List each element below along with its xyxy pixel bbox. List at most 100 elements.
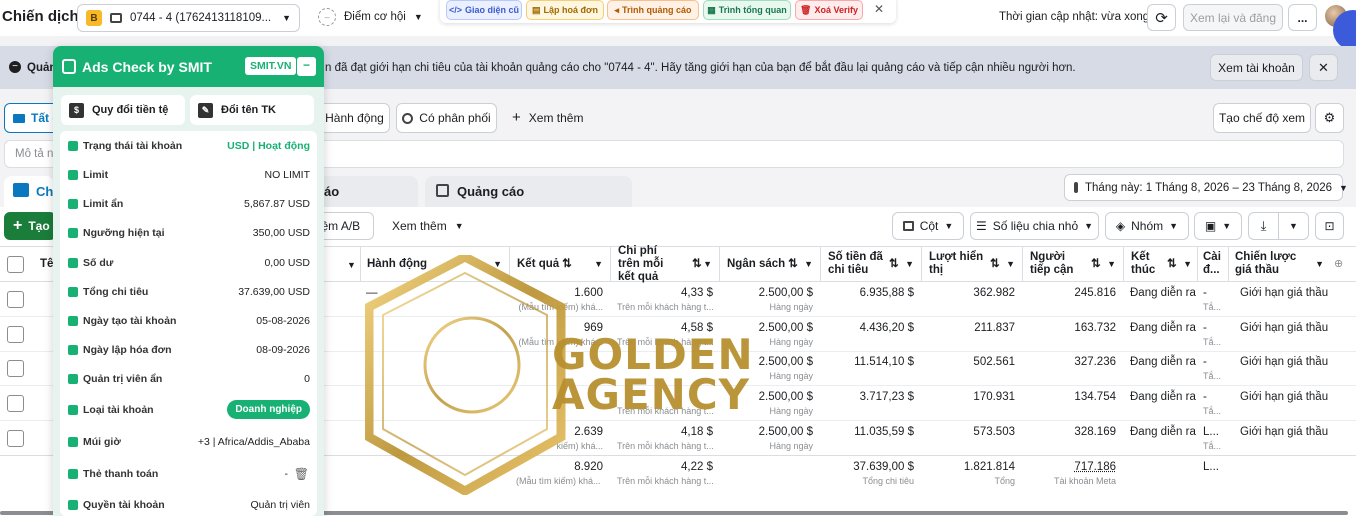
toolbar-more[interactable]: Xem thêm ▼ — [392, 219, 464, 233]
row-setting: - — [1203, 322, 1207, 334]
chevron-down-icon: ▼ — [1289, 221, 1298, 231]
plus-icon: + — [512, 109, 521, 126]
panel-info-label: Trạng thái tài khoản — [68, 140, 182, 152]
chevron-down-icon: ▼ — [1084, 221, 1094, 231]
row-reach: 328.169 — [1074, 426, 1116, 438]
download-icon: ⤓ — [1260, 218, 1267, 233]
review-publish-button[interactable]: Xem lại và đăng — [1183, 4, 1283, 31]
row-impressions: 362.982 — [973, 287, 1015, 299]
grid-icon: ▦ — [707, 4, 716, 15]
filter-distributed[interactable]: Có phân phối — [396, 103, 497, 133]
chevron-down-icon: ▼ — [1339, 182, 1348, 193]
header-reach[interactable]: Người tiếp cận ⇅ ▼ — [1022, 246, 1122, 282]
panel-info-value: 37.639,00 USD — [238, 285, 310, 298]
expand-button[interactable]: ⊡ — [1315, 212, 1344, 240]
banner-prefix: Quản — [27, 62, 57, 74]
header-impressions[interactable]: Lượt hiển thị ⇅ ▼ — [921, 246, 1021, 282]
panel-info-value[interactable]: - — [285, 468, 289, 480]
invoice-button[interactable]: ▤ Lập hoá đơn — [526, 0, 604, 20]
chevron-down-icon: ▼ — [1222, 221, 1232, 231]
row-bid-strategy: Giới hạn giá thầu — [1240, 426, 1329, 438]
row-checkbox[interactable] — [7, 430, 24, 447]
more-options-button[interactable]: ... — [1288, 4, 1317, 31]
row-bid-strategy: Giới hạn giá thầu — [1240, 391, 1329, 403]
receipt-icon: ▤ — [532, 4, 541, 15]
header-settings[interactable]: Cài đ... — [1197, 246, 1227, 282]
sort-icon: ⇅ — [788, 257, 798, 270]
close-extension-icon[interactable]: ✕ — [874, 2, 884, 16]
header-bid-strategy[interactable]: Chiến lược giá thầu ▼ — [1228, 246, 1328, 282]
panel-info-row: Múi giờ +3 | Africa/Addis_Ababa — [60, 427, 317, 456]
delete-verify-button[interactable]: 🗑 Xoá Verify — [795, 0, 863, 20]
row-setting: - — [1203, 287, 1207, 299]
chevron-down-icon: ▼ — [1107, 258, 1116, 269]
sort-icon: ⇅ — [990, 257, 1000, 270]
opportunity-score[interactable]: – Điểm cơ hội ▼ — [318, 8, 423, 26]
row-end: Đang diễn ra — [1130, 426, 1196, 438]
ads-check-panel: Ads Check by SMIT SMIT.VN − $ Quy đổi ti… — [53, 46, 324, 516]
export-menu-button[interactable]: ▼ — [1278, 212, 1309, 240]
row-checkbox[interactable] — [7, 291, 24, 308]
row-checkbox[interactable] — [7, 326, 24, 343]
view-account-button[interactable]: Xem tài khoản — [1210, 54, 1303, 81]
refresh-button[interactable]: ⟳ — [1147, 4, 1176, 31]
row-budget: 2.500,00 $ — [758, 322, 813, 334]
export-button[interactable]: ⤓ — [1248, 212, 1279, 240]
info-icon — [68, 436, 78, 447]
hexagon-outer-shape — [365, 255, 566, 495]
row-budget: 2.500,00 $ — [758, 356, 813, 368]
overview-button[interactable]: ▦ Trình tổng quan — [703, 0, 791, 20]
view-settings-button[interactable]: ⚙ — [1315, 103, 1344, 133]
info-icon — [68, 404, 78, 415]
reports-button[interactable]: ▣ ▼ — [1194, 212, 1242, 240]
rename-account-button[interactable]: ✎ Đổi tên TK — [190, 95, 314, 125]
panel-info-row: Tổng chi tiêu 37.639,00 USD — [60, 277, 317, 306]
watermark-circle — [423, 316, 521, 414]
trash-icon[interactable]: 🗑 — [294, 467, 309, 481]
row-impressions: 502.561 — [973, 356, 1015, 368]
folder-icon — [13, 113, 25, 123]
breakdown-icon: ☰ — [975, 219, 987, 233]
select-all-checkbox[interactable] — [7, 256, 24, 273]
header-ends[interactable]: Kết thúc ⇅ ▼ — [1123, 246, 1196, 282]
breakdown-button[interactable]: ☰ Số liệu chia nhỏ ▼ — [970, 212, 1099, 240]
chevron-down-icon: ▼ — [1315, 258, 1324, 269]
watermark-text-line2: AGENCY — [552, 370, 751, 419]
campaigns-icon — [13, 183, 29, 197]
account-selector[interactable]: B 0744 - 4 (1762413118109... ▼ — [77, 4, 300, 32]
row-impressions: 573.503 — [973, 426, 1015, 438]
header-name-caret[interactable]: ▼ — [347, 260, 356, 270]
sort-icon: ⇅ — [1167, 257, 1177, 270]
old-ui-button[interactable]: </> Giao diện cũ — [446, 0, 522, 20]
calendar-icon — [1074, 182, 1078, 193]
row-checkbox[interactable] — [7, 360, 24, 377]
convert-currency-button[interactable]: $ Quy đổi tiền tệ — [61, 95, 185, 125]
row-setting: - — [1203, 356, 1207, 368]
filter-more[interactable]: + Xem thêm — [512, 109, 583, 126]
group-button[interactable]: ◈ Nhóm ▼ — [1105, 212, 1189, 240]
plus-icon: + — [13, 217, 23, 234]
panel-info-value: 05-08-2026 — [256, 314, 310, 327]
update-time: Thời gian cập nhật: vừa xong — [999, 11, 1150, 23]
filter-action[interactable]: Hành động — [319, 103, 390, 133]
account-badge: B — [86, 10, 102, 26]
columns-button[interactable]: Cột ▼ — [892, 212, 964, 240]
row-end: Đang diễn ra — [1130, 391, 1196, 403]
info-icon — [68, 257, 78, 268]
panel-info-row: Limit ẩn 5,867.87 USD — [60, 189, 317, 218]
row-checkbox[interactable] — [7, 395, 24, 412]
ads-manager-button[interactable]: ◂ Trình quảng cáo — [607, 0, 699, 20]
add-column-icon[interactable]: ⊕ — [1334, 257, 1343, 270]
smit-badge[interactable]: SMIT.VN — [245, 57, 297, 75]
header-spent[interactable]: Số tiền đã chi tiêu ⇅ ▼ — [820, 246, 920, 282]
date-range-picker[interactable]: Tháng này: 1 Tháng 8, 2026 – 23 Tháng 8,… — [1064, 174, 1348, 201]
chevron-down-icon: ▼ — [282, 13, 291, 23]
row-budget: 2.500,00 $ — [758, 391, 813, 403]
header-name[interactable]: Tê — [40, 246, 53, 282]
close-banner-button[interactable]: ✕ — [1309, 54, 1338, 81]
info-icon — [68, 499, 78, 510]
create-button[interactable]: + Tạo — [4, 212, 56, 240]
minimize-button[interactable]: − — [297, 57, 316, 76]
create-view-button[interactable]: Tạo chế độ xem — [1213, 103, 1311, 133]
row-setting: L... — [1203, 426, 1219, 438]
